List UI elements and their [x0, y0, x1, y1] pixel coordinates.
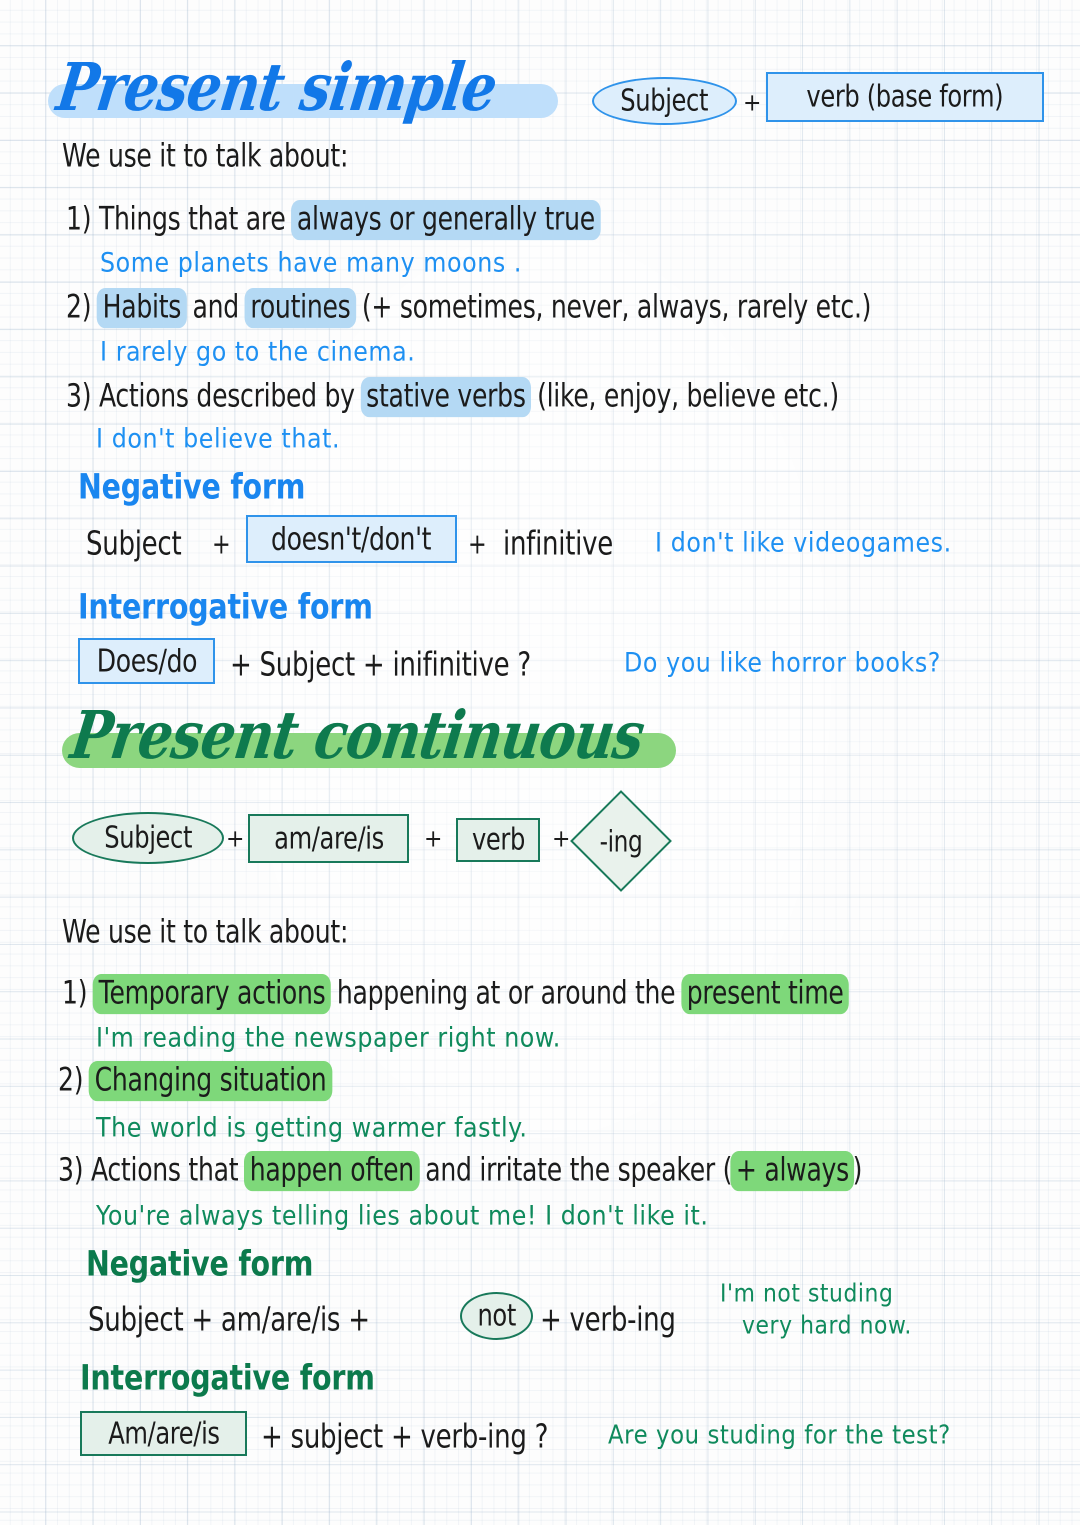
present-simple-use-2: 2) Habits and routines (+ sometimes, nev… — [66, 288, 872, 329]
use-2-number: 2) — [66, 289, 92, 326]
present-simple-negative-box: doesn't/don't — [246, 515, 457, 563]
use-2-highlight: Habits — [97, 288, 187, 329]
present-continuous-plus-1: + — [226, 825, 245, 854]
present-continuous-verb-label: verb — [471, 822, 525, 858]
present-continuous-example-2: The world is getting warmer fastly. — [96, 1111, 528, 1144]
present-continuous-interrogative-rest: + subject + verb-ing ? — [261, 1417, 549, 1456]
present-continuous-plus-3: + — [552, 825, 571, 854]
present-continuous-interrogative-example: Are you studing for the test? — [608, 1419, 951, 1451]
use-3-text-after: (like, enjoy, believe etc.) — [529, 378, 839, 415]
present-simple-title: Present simple — [52, 47, 502, 127]
pc-use-3-highlight: happen often — [244, 1151, 420, 1192]
use-3-number: 3) — [66, 378, 92, 415]
present-continuous-verb-box: verb — [456, 818, 540, 862]
present-simple-negative-plus-2: + — [468, 527, 487, 561]
present-simple-formula-plus: + — [743, 89, 762, 118]
pc-use-3-number: 3) — [58, 1152, 84, 1189]
pc-use-1-number: 1) — [62, 975, 88, 1012]
use-1-highlight: always or generally true — [291, 200, 601, 241]
present-simple-interrogative-box: Does/do — [78, 638, 215, 684]
present-simple-intro: We use it to talk about: — [62, 138, 349, 175]
present-continuous-subject-oval: Subject — [72, 812, 224, 864]
present-continuous-not-label: not — [477, 1298, 516, 1334]
present-simple-negative-box-label: doesn't/don't — [271, 521, 432, 557]
use-3-text-before: Actions described by — [98, 378, 363, 415]
present-continuous-interrogative-box-label: Am/are/is — [107, 1416, 220, 1451]
pc-use-1-highlight: Temporary actions — [93, 974, 332, 1015]
present-continuous-negative-part1: Subject + am/are/is + — [88, 1300, 370, 1339]
present-simple-use-1: 1) Things that are always or generally t… — [66, 200, 601, 241]
present-continuous-aux-box: am/are/is — [248, 814, 409, 863]
pc-use-3-mid: and irritate the speaker ( — [417, 1152, 733, 1189]
present-simple-interrogative-rest: + Subject + inifinitive ? — [230, 645, 531, 684]
pc-use-1-mid: happening at or around the — [329, 975, 684, 1012]
use-2-highlight-2: routines — [244, 288, 357, 329]
present-continuous-example-1: I'm reading the newspaper right now. — [96, 1021, 561, 1054]
present-continuous-negative-part2: + verb-ing — [540, 1300, 676, 1339]
notes-sheet: Present simple Subject + verb (base form… — [0, 0, 1080, 1525]
present-continuous-intro: We use it to talk about: — [62, 914, 349, 951]
present-continuous-subject-label: Subject — [104, 820, 192, 856]
present-simple-example-3: I don't believe that. — [96, 422, 341, 455]
present-simple-example-2: I rarely go to the cinema. — [100, 335, 416, 368]
present-continuous-aux-label: am/are/is — [273, 821, 384, 856]
use-2-mid: and — [184, 289, 247, 326]
present-simple-interrogative-heading: Interrogative form — [78, 587, 373, 628]
pc-use-3-text-before: Actions that — [90, 1152, 247, 1189]
pc-use-2-highlight: Changing situation — [89, 1061, 333, 1102]
present-simple-negative-plus-1: + — [212, 527, 231, 561]
pc-use-3-highlight-2: + always — [730, 1151, 855, 1192]
present-simple-subject-label: Subject — [620, 83, 709, 119]
use-1-text-before: Things that are — [98, 201, 294, 238]
present-continuous-ing-label: -ing — [599, 824, 643, 858]
use-1-number: 1) — [66, 201, 92, 238]
pc-use-2-number: 2) — [58, 1062, 84, 1099]
present-simple-verb-box: verb (base form) — [766, 72, 1044, 122]
present-simple-negative-infinitive: infinitive — [503, 524, 613, 563]
present-simple-verb-label: verb (base form) — [806, 79, 1004, 115]
present-continuous-example-3: You're always telling lies about me! I d… — [96, 1199, 709, 1232]
present-simple-interrogative-box-label: Does/do — [96, 643, 197, 679]
present-continuous-negative-example-line1: I'm not studing — [720, 1279, 894, 1309]
present-simple-negative-example: I don't like videogames. — [655, 526, 952, 559]
present-continuous-ing-diamond: -ing — [570, 790, 672, 892]
present-simple-example-1: Some planets have many moons . — [100, 246, 523, 279]
present-continuous-interrogative-heading: Interrogative form — [80, 1358, 375, 1399]
present-continuous-negative-example-line2: very hard now. — [742, 1311, 912, 1341]
present-continuous-use-1: 1) Temporary actions happening at or aro… — [62, 974, 850, 1015]
present-simple-use-3: 3) Actions described by stative verbs (l… — [66, 377, 839, 418]
present-simple-interrogative-example: Do you like horror books? — [624, 646, 941, 679]
present-simple-subject-oval: Subject — [592, 77, 737, 125]
present-simple-negative-heading: Negative form — [78, 467, 306, 508]
use-2-text-after: (+ sometimes, never, always, rarely etc.… — [354, 289, 872, 326]
present-continuous-plus-2: + — [424, 825, 443, 854]
present-continuous-title: Present continuous — [66, 695, 649, 775]
present-continuous-not-oval: not — [460, 1292, 533, 1340]
use-3-highlight: stative verbs — [360, 377, 532, 418]
present-continuous-use-3: 3) Actions that happen often and irritat… — [58, 1151, 863, 1192]
pc-use-1-highlight-2: present time — [681, 974, 850, 1015]
present-continuous-use-2: 2) Changing situation — [58, 1061, 333, 1102]
present-simple-negative-subject: Subject — [86, 524, 182, 563]
pc-use-3-text-after: ) — [852, 1152, 863, 1189]
present-continuous-negative-heading: Negative form — [86, 1244, 314, 1285]
present-continuous-interrogative-box: Am/are/is — [80, 1411, 247, 1456]
